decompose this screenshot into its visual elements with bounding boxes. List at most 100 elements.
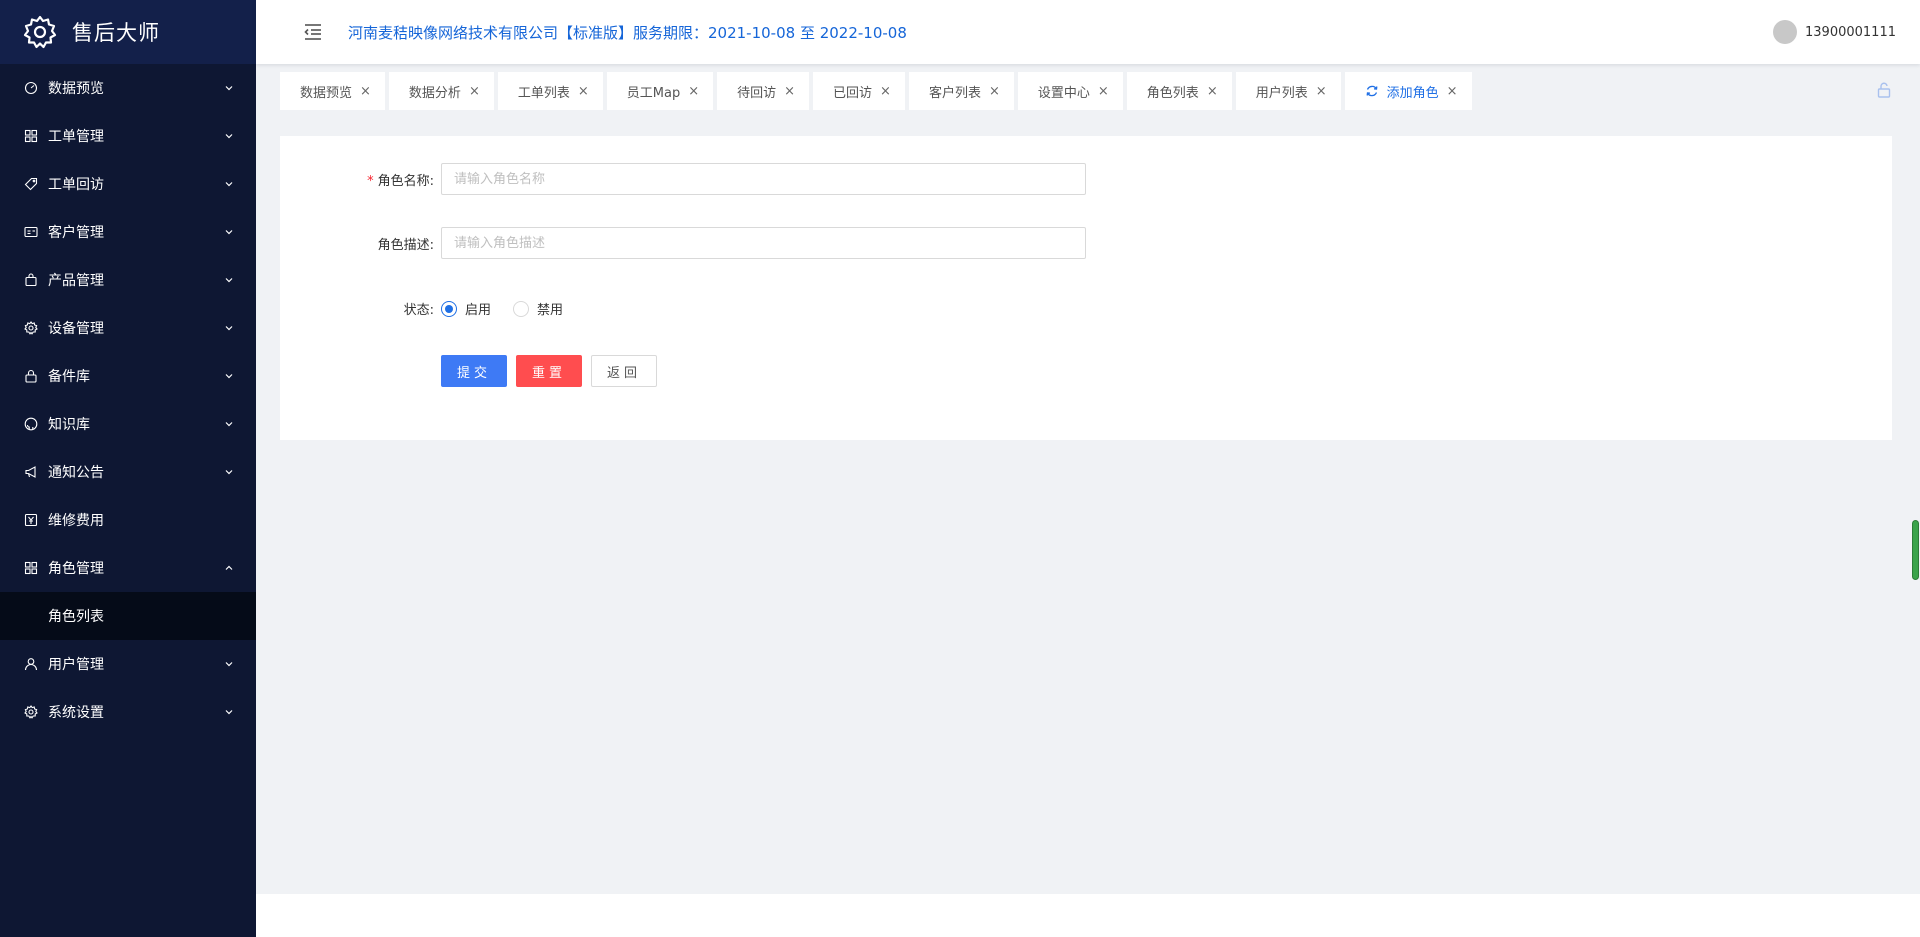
username[interactable]: 13900001111 — [1805, 25, 1896, 40]
dashboard-icon — [24, 81, 38, 95]
close-icon[interactable]: × — [880, 84, 891, 99]
role-desc-label: 角色描述: — [377, 237, 434, 253]
sidebar-item-8[interactable]: 通知公告 — [0, 448, 256, 496]
sidebar-item-label: 用户管理 — [48, 657, 104, 673]
tab-label[interactable]: 数据预览 — [300, 82, 352, 101]
tab-label[interactable]: 设置中心 — [1038, 82, 1090, 101]
submit-button[interactable]: 提交 — [441, 355, 508, 387]
sidebar-item-3[interactable]: 客户管理 — [0, 208, 256, 256]
sidebar-item-7[interactable]: 知识库 — [0, 400, 256, 448]
user-menu[interactable]: 13900001111 — [1773, 0, 1896, 64]
chevron-down-icon — [224, 179, 234, 189]
tab-label[interactable]: 角色列表 — [1147, 82, 1199, 101]
close-icon[interactable]: × — [578, 84, 589, 99]
gear-icon — [24, 705, 38, 719]
sidebar-item-label: 产品管理 — [48, 273, 104, 289]
back-button[interactable]: 返回 — [591, 355, 658, 387]
tab-6[interactable]: 客户列表 × — [908, 72, 1014, 110]
sidebar-item-10[interactable]: 角色管理 — [0, 544, 256, 592]
form-row-role-name: * 角色名称: — [280, 163, 1086, 195]
tab-2[interactable]: 工单列表 × — [497, 72, 603, 110]
sidebar-item-5[interactable]: 设备管理 — [0, 304, 256, 352]
footer-strip — [256, 894, 1920, 937]
tab-10[interactable]: 添加角色 × — [1344, 72, 1472, 110]
sidebar: 售后大师 数据预览工单管理工单回访客户管理产品管理设备管理备件库知识库通知公告维… — [0, 0, 256, 937]
tab-7[interactable]: 设置中心 × — [1017, 72, 1123, 110]
sidebar-item-label: 角色管理 — [48, 561, 104, 577]
lock-icon — [24, 369, 38, 383]
tab-label[interactable]: 员工Map — [627, 82, 680, 101]
chevron-down-icon — [224, 131, 234, 141]
tab-label[interactable]: 用户列表 — [1256, 82, 1308, 101]
tab-0[interactable]: 数据预览 × — [280, 72, 385, 110]
close-icon[interactable]: × — [989, 84, 1000, 99]
sidebar-item-label: 知识库 — [48, 417, 90, 433]
radio-label-enabled[interactable]: 启用 — [465, 299, 491, 318]
role-name-input[interactable] — [441, 163, 1086, 195]
menu-fold-icon[interactable] — [302, 21, 324, 43]
unlock-icon[interactable] — [1876, 82, 1892, 98]
close-icon[interactable]: × — [1207, 84, 1218, 99]
scrollbar-thumb[interactable] — [1912, 520, 1919, 580]
chevron-down-icon — [224, 419, 234, 429]
tab-4[interactable]: 待回访 × — [717, 72, 810, 110]
tab-5[interactable]: 已回访 × — [813, 72, 905, 110]
sidebar-item-9[interactable]: 维修费用 — [0, 496, 256, 544]
tab-label[interactable]: 待回访 — [737, 82, 776, 101]
sidebar-item-11[interactable]: 用户管理 — [0, 640, 256, 688]
radio-unchecked-icon[interactable] — [513, 300, 530, 317]
gear-logo-icon — [23, 15, 57, 49]
sidebar-item-label: 维修费用 — [48, 513, 104, 529]
sidebar-item-12[interactable]: 系统设置 — [0, 688, 256, 736]
close-icon[interactable]: × — [1316, 84, 1327, 99]
radio-checked-icon[interactable] — [441, 300, 457, 317]
close-icon[interactable]: × — [1447, 84, 1458, 99]
app-root: 售后大师 数据预览工单管理工单回访客户管理产品管理设备管理备件库知识库通知公告维… — [0, 0, 1920, 937]
chevron-down-icon — [224, 83, 234, 93]
sidebar-subitem-0[interactable]: 角色列表 — [0, 592, 256, 640]
logo[interactable]: 售后大师 — [0, 0, 256, 64]
scrollbar[interactable] — [1910, 64, 1920, 937]
reset-button[interactable]: 重置 — [516, 355, 583, 387]
company-service-info: 河南麦秸映像网络技术有限公司【标准版】服务期限：2021-10-08 至 202… — [348, 23, 907, 42]
sidebar-item-label: 通知公告 — [48, 465, 104, 481]
sidebar-item-label: 备件库 — [48, 369, 90, 385]
close-icon[interactable]: × — [688, 84, 699, 99]
sidebar-item-label: 数据预览 — [48, 81, 104, 97]
close-icon[interactable]: × — [1098, 84, 1109, 99]
sidebar-item-label: 客户管理 — [48, 225, 104, 241]
chevron-down-icon — [224, 371, 234, 381]
radio-label-disabled[interactable]: 禁用 — [537, 299, 563, 318]
tab-label[interactable]: 已回访 — [833, 82, 872, 101]
avatar[interactable] — [1773, 20, 1798, 44]
chevron-down-icon — [224, 467, 234, 477]
sidebar-item-0[interactable]: 数据预览 — [0, 64, 256, 112]
close-icon[interactable]: × — [784, 84, 795, 99]
bag-icon — [24, 273, 38, 287]
tab-8[interactable]: 角色列表 × — [1126, 72, 1232, 110]
sidebar-item-label: 工单管理 — [48, 129, 104, 145]
close-icon[interactable]: × — [360, 84, 371, 99]
yen-icon — [24, 513, 38, 527]
refresh-icon[interactable] — [1365, 84, 1379, 98]
role-desc-input[interactable] — [441, 227, 1086, 259]
tab-label[interactable]: 工单列表 — [518, 82, 570, 101]
status-radio-enabled[interactable]: 启用 — [441, 299, 491, 318]
tab-label[interactable]: 客户列表 — [929, 82, 981, 101]
tabs-bar: 数据预览 × 数据分析 × 工单列表 × 员工Map × 待回访 × 已回访 × 客户列表 × 设置中心 × 角… — [280, 72, 1476, 112]
sidebar-item-6[interactable]: 备件库 — [0, 352, 256, 400]
header: 河南麦秸映像网络技术有限公司【标准版】服务期限：2021-10-08 至 202… — [256, 0, 1920, 64]
tab-9[interactable]: 用户列表 × — [1235, 72, 1341, 110]
add-role-form: *角色名称: 角色描述: 状态: 启用 禁用 提交 重置 返回 — [280, 136, 1892, 440]
chevron-down-icon — [224, 275, 234, 285]
close-icon[interactable]: × — [469, 84, 480, 99]
sidebar-item-4[interactable]: 产品管理 — [0, 256, 256, 304]
tab-1[interactable]: 数据分析 × — [388, 72, 494, 110]
tag-icon — [24, 177, 38, 191]
tab-label[interactable]: 数据分析 — [409, 82, 461, 101]
sidebar-item-1[interactable]: 工单管理 — [0, 112, 256, 160]
status-radio-disabled[interactable]: 禁用 — [513, 299, 563, 318]
tab-3[interactable]: 员工Map × — [606, 72, 714, 110]
tab-label[interactable]: 添加角色 — [1387, 82, 1439, 101]
sidebar-item-2[interactable]: 工单回访 — [0, 160, 256, 208]
